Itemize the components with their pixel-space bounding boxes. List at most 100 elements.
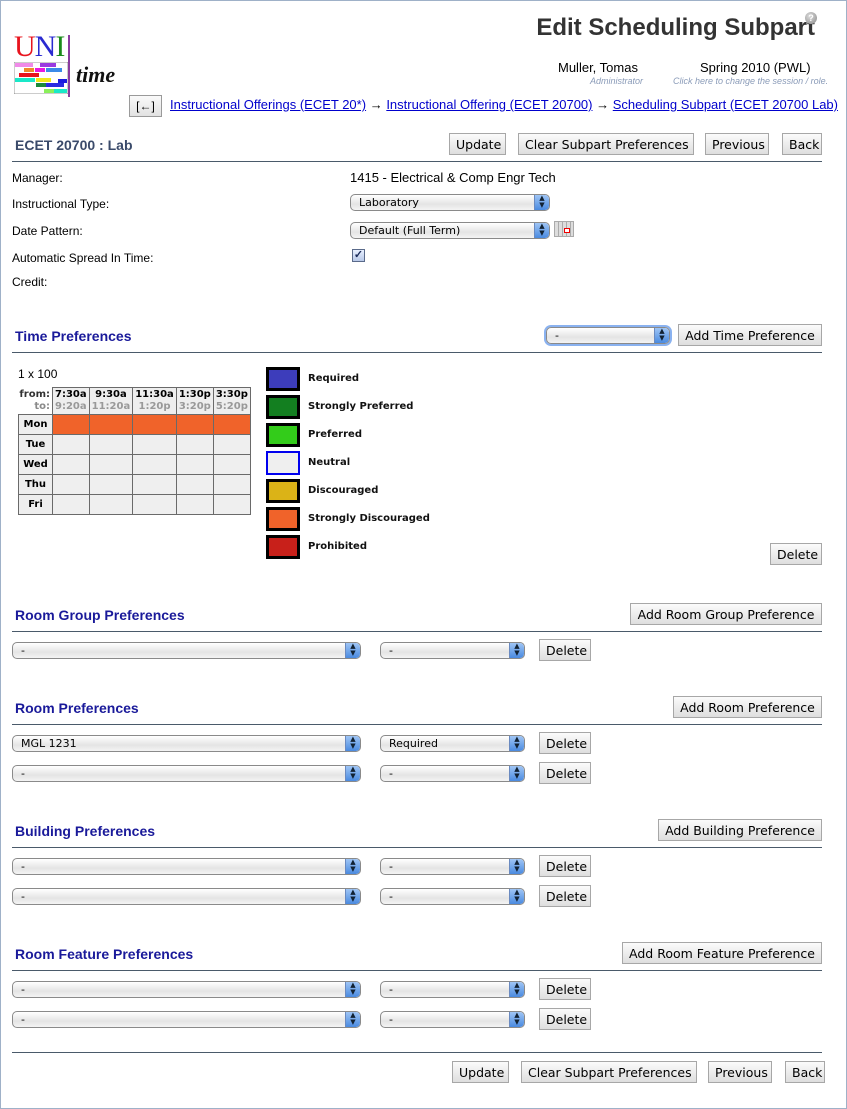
day-header[interactable]: Fri — [18, 494, 53, 515]
time-slot-cell[interactable] — [132, 474, 177, 495]
room-group-level-value: - — [389, 644, 393, 657]
time-slot-cell[interactable] — [88, 494, 134, 515]
itype-select[interactable]: Laboratory ▲ ▼ — [350, 194, 550, 211]
legend-swatch[interactable] — [266, 535, 300, 559]
time-slot-cell[interactable] — [88, 474, 134, 495]
time-slot-cell[interactable] — [52, 434, 90, 455]
time-to: 5:20p — [215, 401, 248, 412]
add-room-preference-button[interactable]: Add Room Preference — [673, 696, 822, 718]
footer-update-button[interactable]: Update — [452, 1061, 509, 1083]
room-item-select[interactable]: MGL 1231 ▲ ▼ — [12, 735, 361, 752]
date-pattern-select[interactable]: Default (Full Term) ▲ ▼ — [350, 222, 550, 239]
room-level-select[interactable]: Required ▲ ▼ — [380, 735, 525, 752]
time-from: 1:30p — [178, 389, 211, 400]
room-feature-level-select[interactable]: - ▲ ▼ — [380, 981, 525, 998]
back-arrow-button[interactable]: [←] — [129, 95, 162, 117]
time-slot-cell[interactable] — [132, 414, 177, 435]
clear-preferences-button[interactable]: Clear Subpart Preferences — [518, 133, 694, 155]
time-pattern-name: 1 x 100 — [18, 367, 58, 381]
time-slot-cell[interactable] — [52, 454, 90, 475]
time-slot-cell[interactable] — [175, 434, 214, 455]
help-icon[interactable]: ? — [805, 12, 817, 24]
footer-clear-preferences-button[interactable]: Clear Subpart Preferences — [521, 1061, 697, 1083]
room-feature-item-select[interactable]: - ▲ ▼ — [12, 981, 361, 998]
day-header[interactable]: Tue — [18, 434, 53, 455]
add-building-preference-button[interactable]: Add Building Preference — [658, 819, 822, 841]
logo-unitime: UNI — [14, 30, 65, 64]
room-group-level-select[interactable]: - ▲ ▼ — [380, 642, 525, 659]
breadcrumb-instructional-offering[interactable]: Instructional Offering (ECET 20700) — [386, 97, 592, 112]
legend-swatch[interactable] — [266, 423, 300, 447]
user-name[interactable]: Muller, Tomas — [558, 60, 638, 75]
calendar-icon[interactable] — [554, 221, 574, 237]
time-slot-cell[interactable] — [52, 494, 90, 515]
room-delete-button[interactable]: Delete — [539, 732, 591, 754]
time-slot-cell[interactable] — [175, 454, 214, 475]
time-slot-cell[interactable] — [88, 454, 134, 475]
day-header[interactable]: Thu — [18, 474, 53, 495]
logo-divider — [68, 35, 70, 97]
auto-spread-checkbox[interactable]: ✓ — [352, 249, 365, 262]
page-title: Edit Scheduling Subpart — [536, 14, 815, 41]
delete-time-preference-button[interactable]: Delete — [770, 543, 822, 565]
room-feature-delete-button[interactable]: Delete — [539, 1008, 591, 1030]
legend-swatch[interactable] — [266, 479, 300, 503]
footer-back-button[interactable]: Back — [785, 1061, 825, 1083]
time-slot-cell[interactable] — [212, 454, 251, 475]
building-delete-button[interactable]: Delete — [539, 885, 591, 907]
time-slot-cell[interactable] — [212, 414, 251, 435]
time-slot-cell[interactable] — [212, 434, 251, 455]
divider — [12, 724, 822, 725]
time-slot-cell[interactable] — [132, 434, 177, 455]
time-slot-cell[interactable] — [52, 474, 90, 495]
footer-previous-button[interactable]: Previous — [708, 1061, 772, 1083]
room-feature-item-select[interactable]: - ▲ ▼ — [12, 1011, 361, 1028]
building-delete-button[interactable]: Delete — [539, 855, 591, 877]
time-slot-cell[interactable] — [175, 474, 214, 495]
time-slot-cell[interactable] — [52, 414, 90, 435]
legend-swatch[interactable] — [266, 507, 300, 531]
add-room-group-preference-button[interactable]: Add Room Group Preference — [630, 603, 822, 625]
room-item-select[interactable]: - ▲ ▼ — [12, 765, 361, 782]
time-column-header[interactable]: 3:30p 5:20p — [212, 387, 251, 415]
building-item-select[interactable]: - ▲ ▼ — [12, 858, 361, 875]
time-slot-cell[interactable] — [132, 494, 177, 515]
breadcrumb-instructional-offerings[interactable]: Instructional Offerings (ECET 20*) — [170, 97, 366, 112]
time-column-header[interactable]: 7:30a 9:20a — [52, 387, 90, 415]
legend-swatch[interactable] — [266, 451, 300, 475]
time-slot-cell[interactable] — [88, 414, 134, 435]
session-change-hint[interactable]: Click here to change the session / role. — [673, 76, 828, 86]
time-column-header[interactable]: 9:30a 11:20a — [88, 387, 134, 415]
building-level-select[interactable]: - ▲ ▼ — [380, 858, 525, 875]
building-item-value: - — [21, 860, 25, 873]
day-header[interactable]: Wed — [18, 454, 53, 475]
room-level-select[interactable]: - ▲ ▼ — [380, 765, 525, 782]
add-time-preference-button[interactable]: Add Time Preference — [678, 324, 822, 346]
time-column-header[interactable]: 1:30p 3:20p — [175, 387, 214, 415]
room-feature-level-select[interactable]: - ▲ ▼ — [380, 1011, 525, 1028]
time-slot-cell[interactable] — [175, 494, 214, 515]
time-slot-cell[interactable] — [132, 454, 177, 475]
back-button[interactable]: Back — [782, 133, 822, 155]
time-slot-cell[interactable] — [212, 474, 251, 495]
time-slot-cell[interactable] — [175, 414, 214, 435]
room-group-item-select[interactable]: - ▲ ▼ — [12, 642, 361, 659]
room-group-delete-button[interactable]: Delete — [539, 639, 591, 661]
session-name[interactable]: Spring 2010 (PWL) — [700, 60, 811, 75]
room-feature-delete-button[interactable]: Delete — [539, 978, 591, 1000]
legend-swatch[interactable] — [266, 367, 300, 391]
time-column-header[interactable]: 11:30a 1:20p — [132, 387, 177, 415]
breadcrumb-scheduling-subpart[interactable]: Scheduling Subpart (ECET 20700 Lab) — [613, 97, 838, 112]
room-delete-button[interactable]: Delete — [539, 762, 591, 784]
time-slot-cell[interactable] — [212, 494, 251, 515]
time-slot-cell[interactable] — [88, 434, 134, 455]
update-button[interactable]: Update — [449, 133, 506, 155]
logo-letter-i: I — [55, 30, 65, 63]
day-header[interactable]: Mon — [18, 414, 53, 435]
add-room-feature-preference-button[interactable]: Add Room Feature Preference — [622, 942, 822, 964]
time-pattern-select[interactable]: - ▲ ▼ — [546, 327, 670, 344]
building-item-select[interactable]: - ▲ ▼ — [12, 888, 361, 905]
building-level-select[interactable]: - ▲ ▼ — [380, 888, 525, 905]
previous-button[interactable]: Previous — [705, 133, 769, 155]
legend-swatch[interactable] — [266, 395, 300, 419]
